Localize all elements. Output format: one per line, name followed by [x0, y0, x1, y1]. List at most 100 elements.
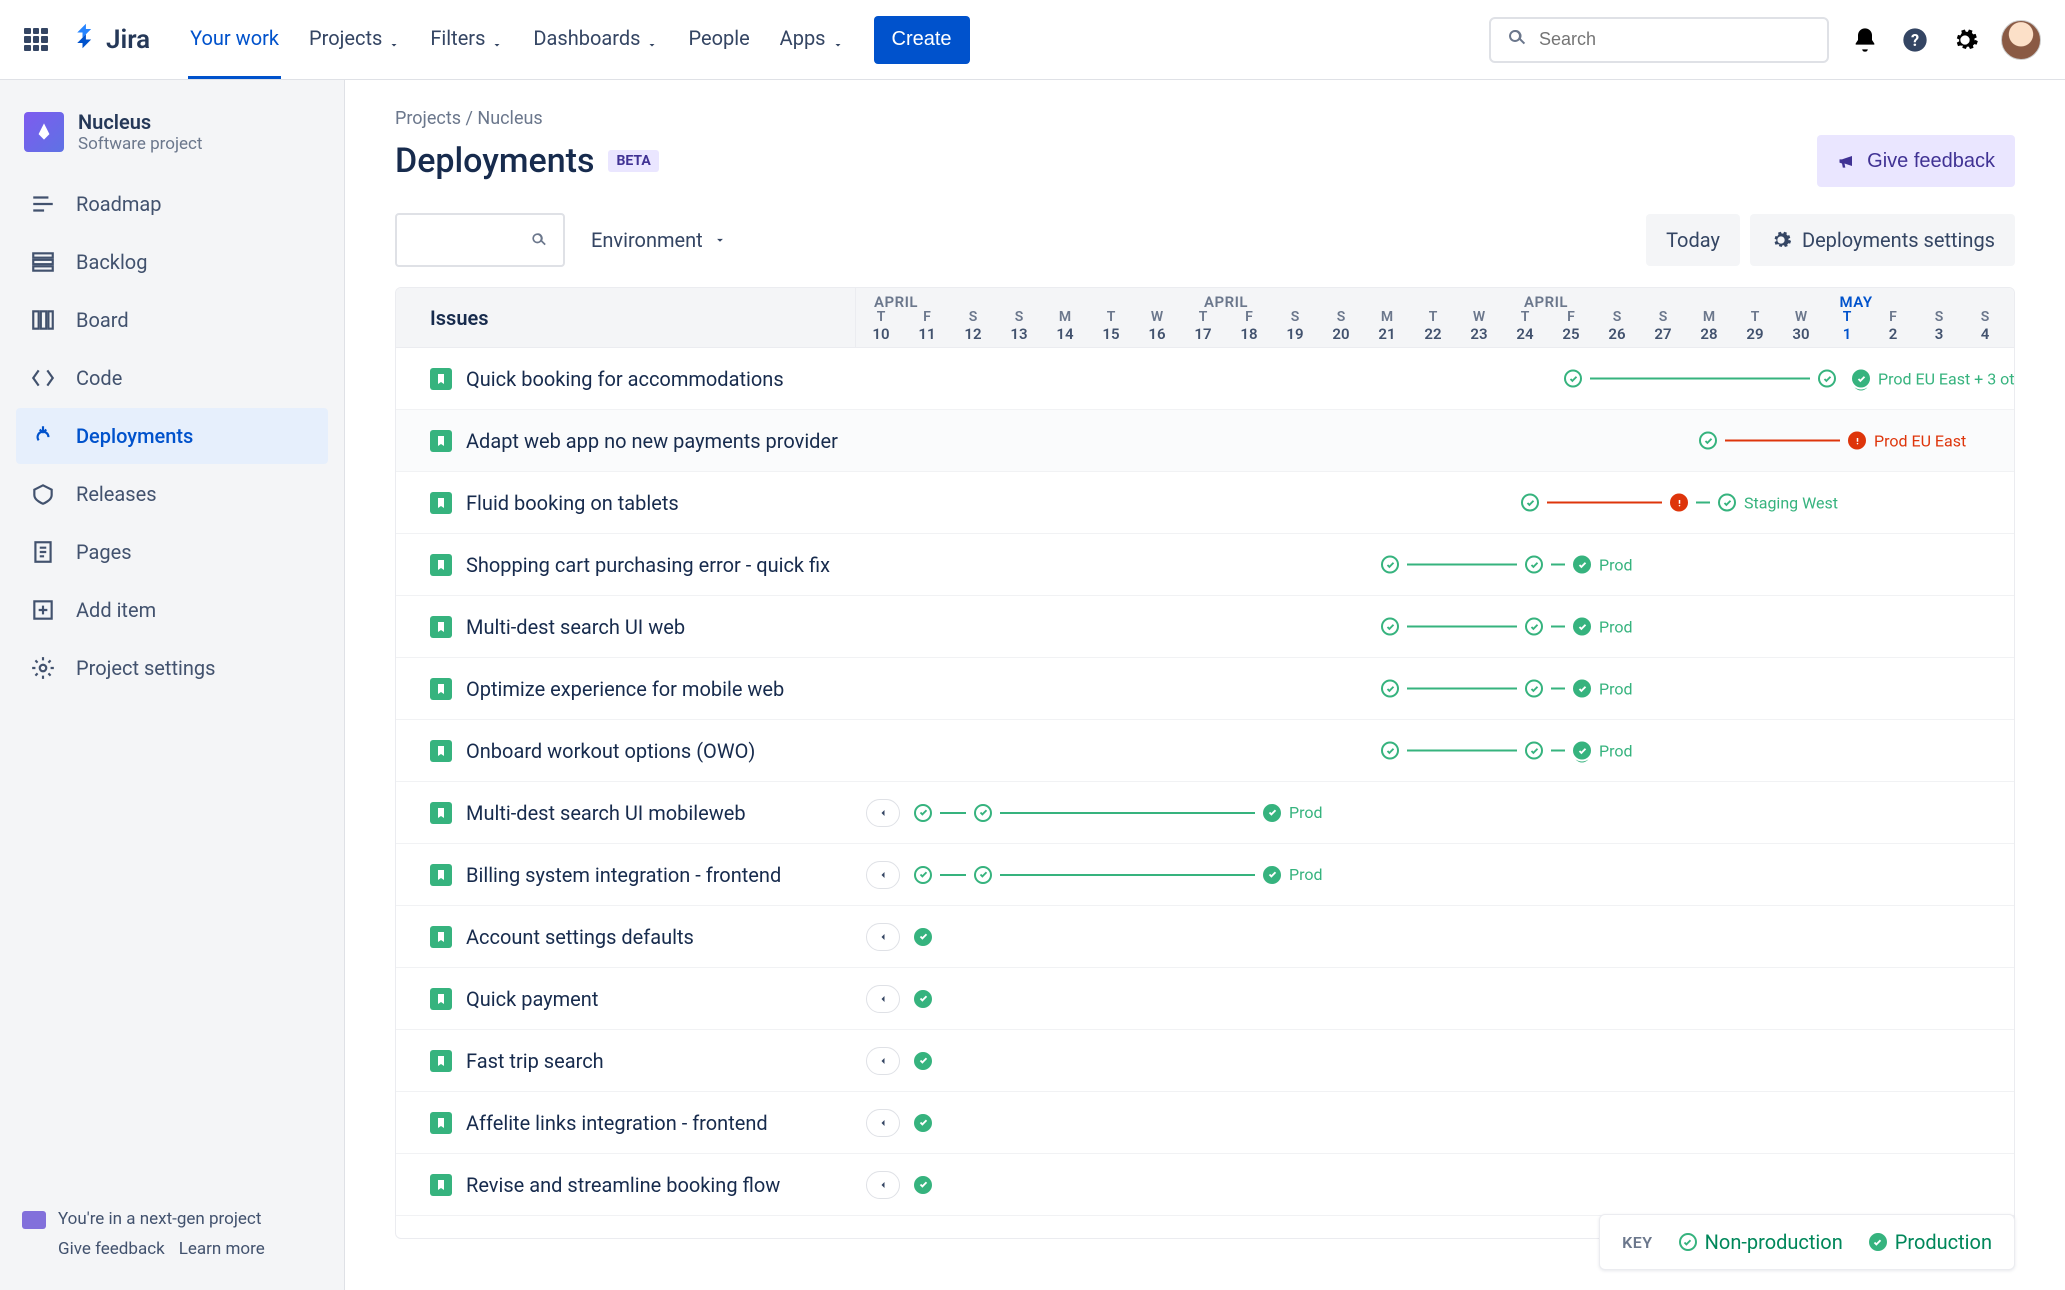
user-avatar[interactable] [2001, 20, 2041, 60]
issue-cell[interactable]: Onboard workout options (OWO) [396, 720, 856, 781]
sidebar-item-board[interactable]: Board [16, 292, 328, 348]
check-circle-icon[interactable] [1525, 618, 1543, 636]
issue-cell[interactable]: Revise and streamline booking flow [396, 1154, 856, 1215]
top-nav: Jira Your work Projects Filters Dashboards P… [0, 0, 2065, 80]
check-circle-icon[interactable] [1818, 370, 1836, 388]
issue-cell[interactable]: Fast trip search [396, 1030, 856, 1091]
nav-projects[interactable]: Projects [307, 0, 402, 79]
deployment-segment [1725, 440, 1840, 442]
global-search[interactable] [1489, 17, 1829, 63]
check-circle-icon[interactable] [1381, 680, 1399, 698]
scroll-left-button[interactable] [866, 1171, 900, 1199]
breadcrumb-projects[interactable]: Projects [395, 108, 461, 129]
today-button[interactable]: Today [1646, 214, 1740, 266]
give-feedback-button[interactable]: Give feedback [1817, 135, 2015, 187]
nav-apps[interactable]: Apps [778, 0, 846, 79]
check-circle-fill-icon[interactable] [914, 990, 932, 1008]
check-circle-icon[interactable] [974, 804, 992, 822]
nav-your-work[interactable]: Your work [188, 0, 281, 79]
app-switcher-icon[interactable] [24, 28, 48, 52]
issue-search-input[interactable] [395, 213, 565, 267]
sidebar-item-deployments[interactable]: Deployments [16, 408, 328, 464]
issue-cell[interactable]: Quick booking for accommodations [396, 348, 856, 409]
day-column: F2 [1870, 309, 1916, 343]
check-circle-fill-icon[interactable] [914, 1052, 932, 1070]
check-circle-icon[interactable] [1521, 494, 1539, 512]
breadcrumb-project[interactable]: Nucleus [477, 108, 542, 129]
deployment-segment [1407, 626, 1517, 628]
check-circle-icon[interactable] [1699, 432, 1717, 450]
check-circle-fill-icon[interactable] [914, 928, 932, 946]
check-circle-icon[interactable] [1525, 680, 1543, 698]
nav-filters[interactable]: Filters [428, 0, 505, 79]
check-circle-icon[interactable] [1525, 742, 1543, 760]
sidebar-item-releases[interactable]: Releases [16, 466, 328, 522]
check-circle-fill-icon[interactable] [1573, 742, 1591, 760]
nav-people[interactable]: People [686, 0, 751, 79]
check-circle-icon[interactable] [1718, 494, 1736, 512]
error-icon[interactable] [1848, 432, 1866, 450]
scroll-left-button[interactable] [866, 861, 900, 889]
check-circle-icon[interactable] [914, 866, 932, 884]
issue-name: Optimize experience for mobile web [466, 677, 784, 701]
issue-cell[interactable]: Shopping cart purchasing error - quick f… [396, 534, 856, 595]
sidebar-item-project-settings[interactable]: Project settings [16, 640, 328, 696]
scroll-left-button[interactable] [866, 799, 900, 827]
check-circle-icon[interactable] [914, 804, 932, 822]
error-icon[interactable] [1670, 494, 1688, 512]
sidebar-icon [30, 539, 56, 565]
sidebar-item-code[interactable]: Code [16, 350, 328, 406]
scroll-left-button[interactable] [866, 1109, 900, 1137]
issue-cell[interactable]: Adapt web app no new payments provider [396, 410, 856, 471]
scroll-left-button[interactable] [866, 1047, 900, 1075]
nav-dashboards[interactable]: Dashboards [531, 0, 660, 79]
help-icon[interactable]: ? [1901, 26, 1929, 54]
check-circle-icon[interactable] [1381, 742, 1399, 760]
check-circle-fill-icon[interactable] [914, 1114, 932, 1132]
scroll-left-button[interactable] [866, 985, 900, 1013]
check-circle-icon[interactable] [974, 866, 992, 884]
issue-cell[interactable]: Multi-dest search UI mobileweb [396, 782, 856, 843]
check-circle-icon[interactable] [1525, 556, 1543, 574]
issue-cell[interactable]: Multi-dest search UI web [396, 596, 856, 657]
check-circle-fill-icon[interactable] [1573, 618, 1591, 636]
environment-select[interactable]: Environment [591, 228, 727, 252]
check-circle-fill-icon[interactable] [1263, 804, 1281, 822]
issue-cell[interactable]: Account settings defaults [396, 906, 856, 967]
check-circle-fill-icon[interactable] [1852, 370, 1870, 388]
issue-timeline-cell [856, 968, 2014, 1029]
check-circle-fill-icon[interactable] [914, 1176, 932, 1194]
check-circle-icon[interactable] [1381, 556, 1399, 574]
project-header[interactable]: Nucleus Software project [16, 110, 328, 176]
check-circle-icon [1679, 1233, 1697, 1251]
issue-cell[interactable]: Quick payment [396, 968, 856, 1029]
check-circle-fill-icon[interactable] [1573, 556, 1591, 574]
issue-cell[interactable]: Optimize experience for mobile web [396, 658, 856, 719]
sidebar-item-pages[interactable]: Pages [16, 524, 328, 580]
story-icon [430, 1050, 452, 1072]
day-column: T1 [1824, 309, 1870, 343]
scroll-left-button[interactable] [866, 923, 900, 951]
check-circle-fill-icon[interactable] [1263, 866, 1281, 884]
issue-row: Billing system integration - frontendPro… [396, 844, 2014, 906]
check-circle-icon[interactable] [1564, 370, 1582, 388]
deployments-settings-button[interactable]: Deployments settings [1750, 214, 2015, 266]
check-circle-icon[interactable] [1381, 618, 1399, 636]
issue-cell[interactable]: Affelite links integration - frontend [396, 1092, 856, 1153]
story-icon [430, 492, 452, 514]
sidebar-item-roadmap[interactable]: Roadmap [16, 176, 328, 232]
sidebar-give-feedback[interactable]: Give feedback [58, 1237, 165, 1263]
day-column: S27 [1640, 309, 1686, 343]
jira-logo[interactable]: Jira [72, 22, 150, 57]
create-button[interactable]: Create [874, 16, 970, 64]
sidebar-learn-more[interactable]: Learn more [179, 1237, 265, 1263]
issue-cell[interactable]: Fluid booking on tablets [396, 472, 856, 533]
sidebar-item-backlog[interactable]: Backlog [16, 234, 328, 290]
issue-cell[interactable]: Billing system integration - frontend [396, 844, 856, 905]
check-circle-fill-icon[interactable] [1573, 680, 1591, 698]
global-search-input[interactable] [1539, 29, 1813, 50]
notifications-icon[interactable] [1851, 26, 1879, 54]
sidebar-item-add-item[interactable]: Add item [16, 582, 328, 638]
settings-icon[interactable] [1951, 26, 1979, 54]
sidebar-icon [30, 307, 56, 333]
